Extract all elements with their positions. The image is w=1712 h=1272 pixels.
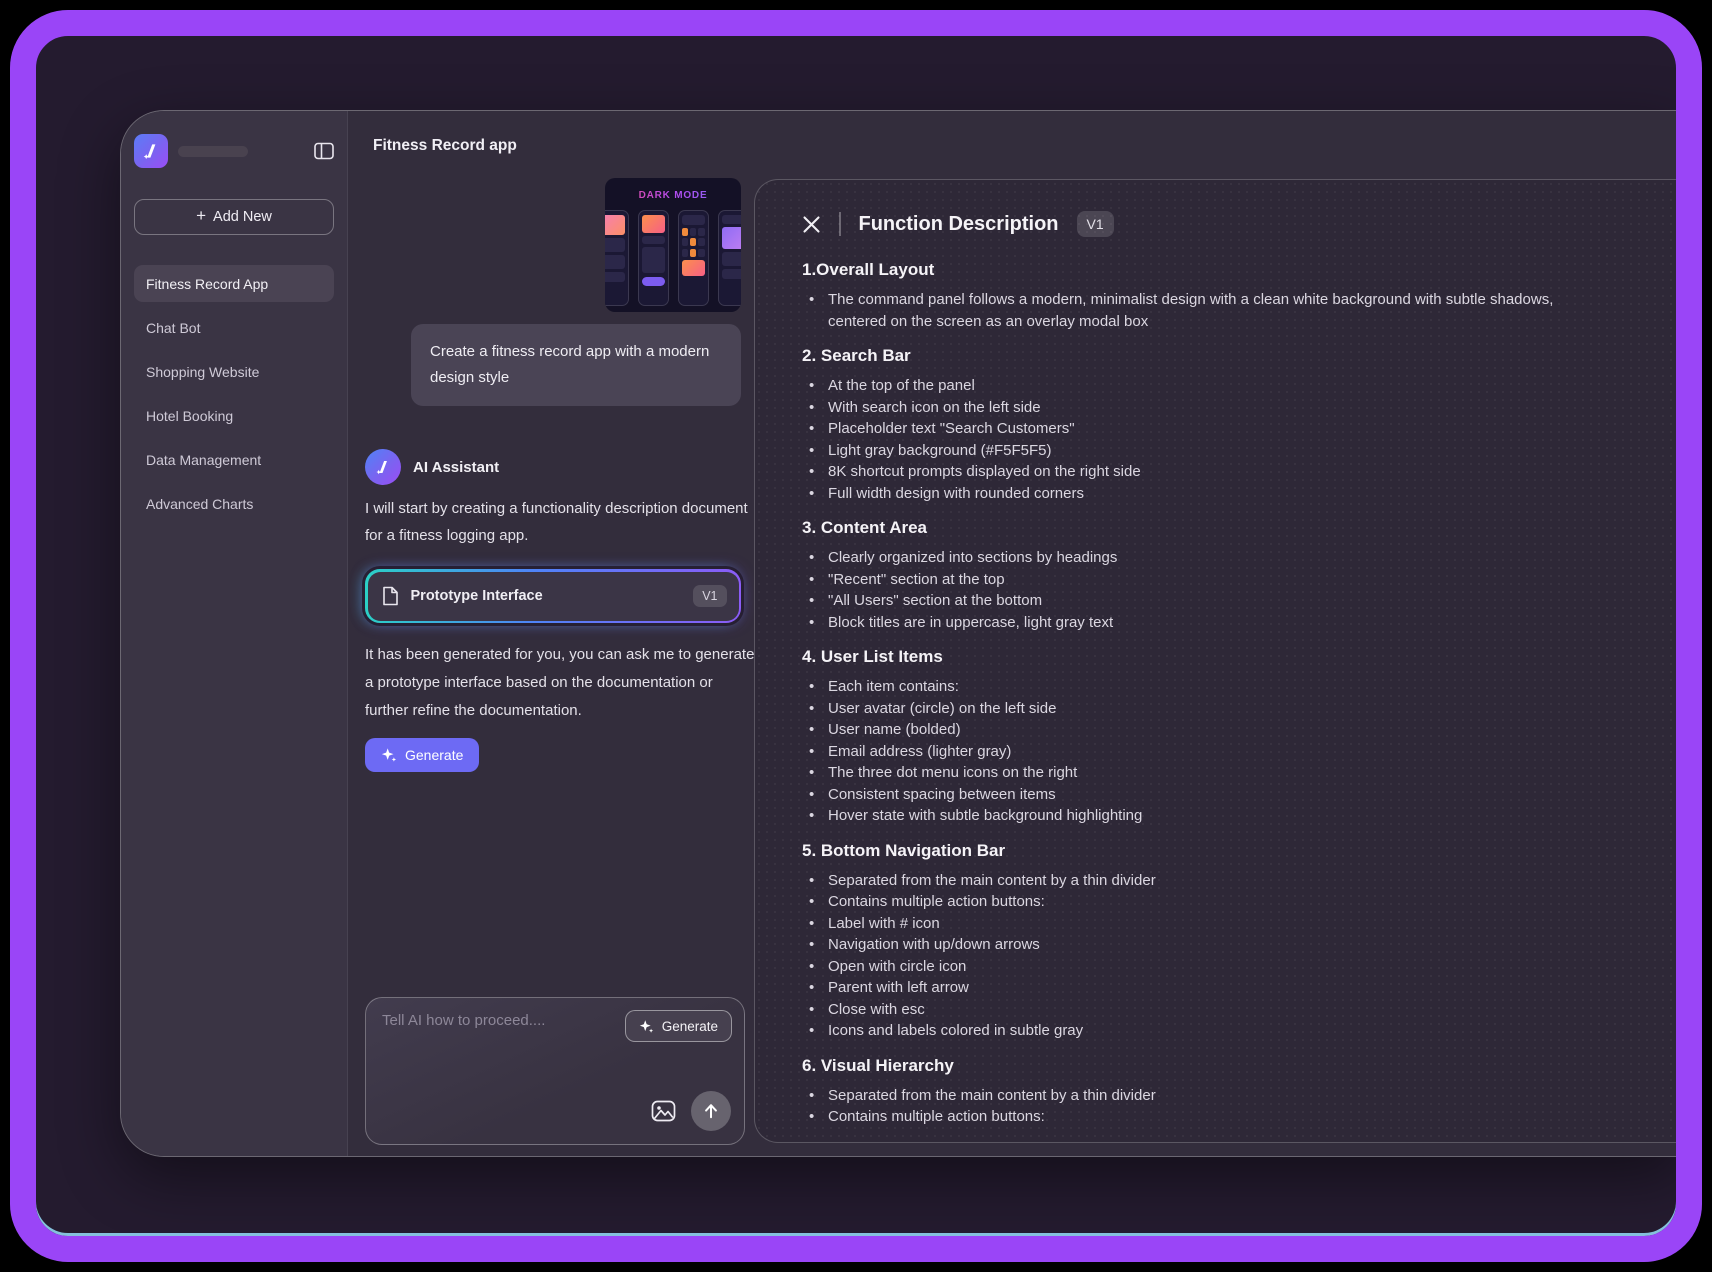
sidebar-item-hotel-booking[interactable]: Hotel Booking xyxy=(134,397,334,434)
thumbnail-phone xyxy=(678,210,709,306)
assistant-followup-text: It has been generated for you, you can a… xyxy=(365,641,757,725)
section-bullet: With search icon on the left side xyxy=(802,397,1602,419)
chat-input[interactable] xyxy=(382,1012,602,1102)
section-heading: 3. Content Area xyxy=(802,518,1602,538)
chat-input-box: Generate xyxy=(365,997,745,1145)
section-bullet: The three dot menu icons on the right xyxy=(802,762,1602,784)
thumbnail-phone xyxy=(605,210,629,306)
add-new-label: Add New xyxy=(213,209,272,225)
design-thumbnail[interactable]: DARK MODE xyxy=(605,178,741,312)
document-icon xyxy=(382,586,399,606)
section-bullet: Contains multiple action buttons: xyxy=(802,1106,1602,1128)
assistant-intro-text: I will start by creating a functionality… xyxy=(365,495,753,549)
section-bullet: Navigation with up/down arrows xyxy=(802,934,1602,956)
app-logo xyxy=(134,134,168,168)
attach-image-button[interactable] xyxy=(651,1100,676,1122)
section-bullet: Parent with left arrow xyxy=(802,977,1602,999)
section-bullet: Hover state with subtle background highl… xyxy=(802,805,1602,827)
sidebar-item-data-management[interactable]: Data Management xyxy=(134,441,334,478)
panel-toggle-icon xyxy=(314,142,334,160)
section-bullet: "All Users" section at the bottom xyxy=(802,590,1602,612)
function-description-panel: Function Description V1 1.Overall Layout… xyxy=(754,179,1680,1143)
assistant-avatar xyxy=(365,449,401,485)
section-bullet: Each item contains: xyxy=(802,676,1602,698)
section-bullet: Close with esc xyxy=(802,999,1602,1021)
section-heading: 4. User List Items xyxy=(802,647,1602,667)
section-bullet: At the top of the panel xyxy=(802,375,1602,397)
sidebar-toggle-button[interactable] xyxy=(314,142,334,160)
assistant-header: AI Assistant xyxy=(365,449,499,485)
workspace-name-skeleton xyxy=(178,146,248,157)
sparkle-icon xyxy=(381,747,397,763)
logo-slash-icon xyxy=(374,458,392,476)
prototype-interface-card[interactable]: Prototype Interface V1 xyxy=(365,569,741,623)
section-bullet: Separated from the main content by a thi… xyxy=(802,1085,1602,1107)
sidebar-item-advanced-charts[interactable]: Advanced Charts xyxy=(134,485,334,522)
image-icon xyxy=(651,1100,676,1122)
section-bullet: Open with circle icon xyxy=(802,956,1602,978)
panel-title: Function Description xyxy=(859,213,1059,236)
section-bullet: Label with # icon xyxy=(802,913,1602,935)
section-bullet: 8K shortcut prompts displayed on the rig… xyxy=(802,461,1602,483)
thumbnail-phone xyxy=(638,210,669,306)
thumbnail-phones xyxy=(605,210,741,306)
close-icon xyxy=(802,215,821,234)
add-new-button[interactable]: + Add New xyxy=(134,199,334,235)
generate-label: Generate xyxy=(405,747,463,763)
app-window: + Add New Fitness Record App Chat Bot Shop… xyxy=(120,110,1680,1157)
sidebar-item-shopping-website[interactable]: Shopping Website xyxy=(134,353,334,390)
input-generate-button[interactable]: Generate xyxy=(625,1010,732,1042)
close-panel-button[interactable] xyxy=(802,215,821,234)
section-bullet: Consistent spacing between items xyxy=(802,784,1602,806)
artifact-version-badge: V1 xyxy=(693,585,726,607)
user-message-bubble: Create a fitness record app with a moder… xyxy=(411,324,741,406)
section-bullet: Separated from the main content by a thi… xyxy=(802,870,1602,892)
artifact-title: Prototype Interface xyxy=(411,588,682,604)
sparkle-icon xyxy=(639,1019,654,1034)
section-heading: 1.Overall Layout xyxy=(802,260,1602,280)
panel-header: Function Description V1 xyxy=(802,204,1621,244)
panel-version-badge: V1 xyxy=(1077,211,1114,237)
main-area: Fitness Record app DARK MODE xyxy=(348,111,1680,1156)
section-bullet: Email address (lighter gray) xyxy=(802,741,1602,763)
assistant-name: AI Assistant xyxy=(413,459,499,476)
section-bullet: Contains multiple action buttons: xyxy=(802,891,1602,913)
section-bullet: User name (bolded) xyxy=(802,719,1602,741)
panel-sections: 1.Overall Layout The command panel follow… xyxy=(802,260,1602,1128)
section-bullet: The command panel follows a modern, mini… xyxy=(802,289,1602,332)
section-heading: 6. Visual Hierarchy xyxy=(802,1056,1602,1076)
section-bullet: Icons and labels colored in subtle gray xyxy=(802,1020,1602,1042)
section-bullet: Light gray background (#F5F5F5) xyxy=(802,440,1602,462)
sidebar-nav: Fitness Record App Chat Bot Shopping Websi… xyxy=(134,265,334,522)
sidebar-item-chat-bot[interactable]: Chat Bot xyxy=(134,309,334,346)
page-title: Fitness Record app xyxy=(373,137,517,155)
logo-slash-icon xyxy=(141,141,161,161)
section-bullet: Full width design with rounded corners xyxy=(802,483,1602,505)
input-generate-label: Generate xyxy=(662,1019,718,1034)
thumbnail-title: DARK MODE xyxy=(605,190,741,201)
thumbnail-phone xyxy=(718,210,742,306)
section-heading: 2. Search Bar xyxy=(802,346,1602,366)
section-bullet: User avatar (circle) on the left side xyxy=(802,698,1602,720)
screenshot-canvas: + Add New Fitness Record App Chat Bot Shop… xyxy=(0,0,1712,1272)
section-bullet: "Recent" section at the top xyxy=(802,569,1602,591)
sidebar-item-fitness-record-app[interactable]: Fitness Record App xyxy=(134,265,334,302)
section-bullet: Placeholder text "Search Customers" xyxy=(802,418,1602,440)
section-bullet: Clearly organized into sections by headi… xyxy=(802,547,1602,569)
header-divider xyxy=(839,212,841,236)
arrow-up-icon xyxy=(702,1102,720,1120)
sidebar: + Add New Fitness Record App Chat Bot Shop… xyxy=(121,111,348,1156)
send-button[interactable] xyxy=(691,1091,731,1131)
section-bullet: Block titles are in uppercase, light gra… xyxy=(802,612,1602,634)
section-heading: 5. Bottom Navigation Bar xyxy=(802,841,1602,861)
generate-button[interactable]: Generate xyxy=(365,738,479,772)
plus-icon: + xyxy=(196,206,206,226)
